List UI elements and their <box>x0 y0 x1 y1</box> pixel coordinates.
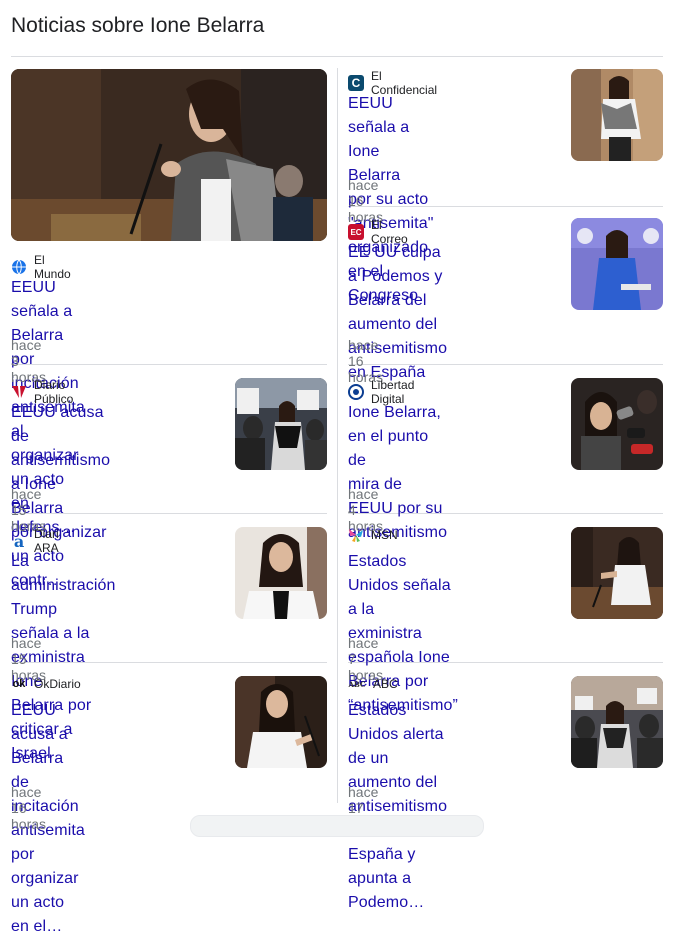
globe-icon <box>11 259 27 275</box>
libertad-digital-logo-icon <box>348 384 364 400</box>
article-thumbnail[interactable] <box>235 527 327 619</box>
okdiario-logo-icon: ok <box>12 678 26 690</box>
title-line[interactable]: La administración Trump <box>11 550 116 622</box>
title-line[interactable]: EEUU acusa a Belarra de <box>11 699 85 795</box>
ara-logo-icon: a <box>13 531 25 551</box>
title-line[interactable]: España y apunta a Podemo… <box>348 843 447 915</box>
article-source: MSN <box>348 527 398 543</box>
abc-logo-icon: ABC <box>348 679 366 689</box>
article-source: ABC ABC <box>348 676 398 692</box>
publico-logo-icon <box>11 384 27 400</box>
article-thumbnail[interactable] <box>571 378 663 470</box>
article-thumbnail[interactable] <box>571 676 663 768</box>
header-divider <box>11 56 663 57</box>
article-thumbnail[interactable] <box>571 527 663 619</box>
column-divider <box>337 68 338 803</box>
article-source: ok OkDiario <box>11 676 81 692</box>
article-thumbnail[interactable] <box>235 676 327 768</box>
title-line[interactable]: organizar un acto en el… <box>11 867 85 939</box>
page-title: Noticias sobre Ione Belarra <box>11 14 265 37</box>
article-thumbnail[interactable] <box>571 218 663 310</box>
article-thumbnail[interactable] <box>571 69 663 161</box>
el-confidencial-logo-icon: C <box>348 75 364 91</box>
el-correo-logo-icon: EC <box>348 224 364 240</box>
title-line[interactable]: EEUU acusa de <box>11 401 110 449</box>
title-line[interactable]: Belarra del aumento del <box>348 289 447 337</box>
butterfly-icon <box>348 527 364 543</box>
title-line[interactable]: EE UU culpa a Podemos y <box>348 241 447 289</box>
title-line[interactable]: Ione Belarra, en el punto de <box>348 401 447 473</box>
more-news-button[interactable] <box>190 815 484 837</box>
article-thumbnail[interactable] <box>11 69 327 241</box>
article-thumbnail[interactable] <box>235 378 327 470</box>
article-title[interactable]: Estados Unidos señala a la exministra es… <box>348 550 458 718</box>
title-line[interactable]: Estados Unidos alerta de un <box>348 699 447 771</box>
source-name: MSN <box>371 528 398 542</box>
source-name: OkDiario <box>34 677 81 691</box>
title-line[interactable]: Estados Unidos señala a la <box>348 550 458 622</box>
title-line[interactable]: EEUU señala a Ione Belarra <box>348 92 433 188</box>
article-time: hace 16 horas <box>11 784 47 832</box>
source-name: ABC <box>373 677 398 691</box>
